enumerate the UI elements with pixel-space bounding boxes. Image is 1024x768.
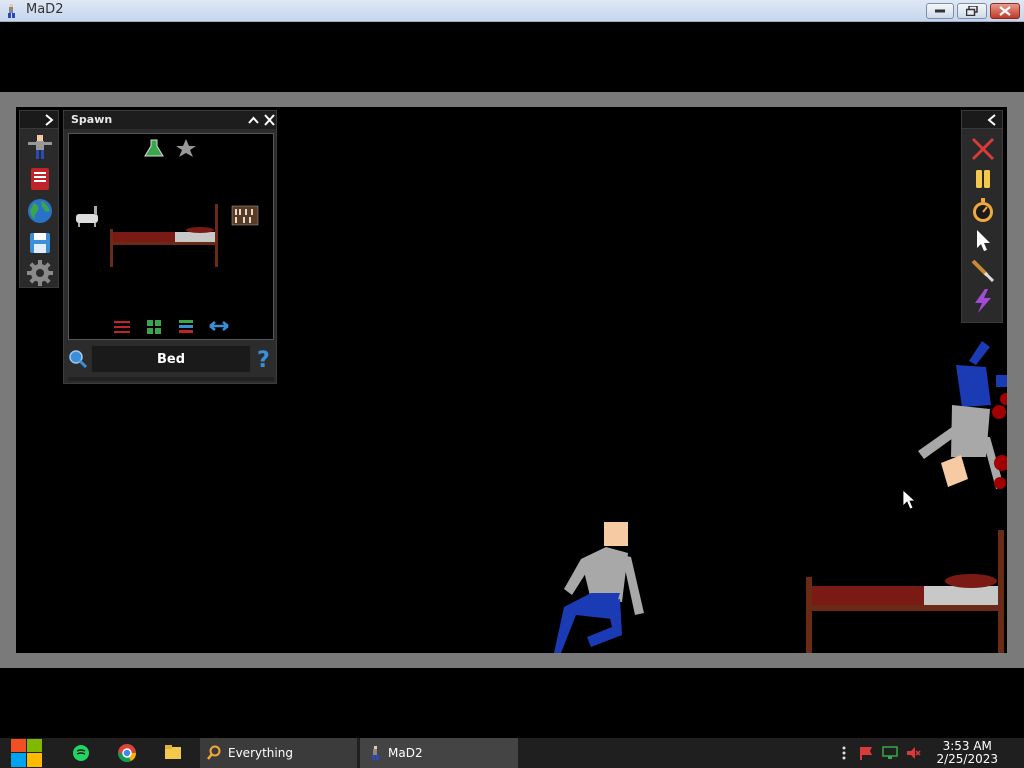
- search-row: Bed ?: [68, 345, 274, 375]
- bathtub-icon[interactable]: [76, 206, 98, 227]
- pause-icon[interactable]: [969, 165, 997, 193]
- ragdoll-pose-icon[interactable]: [26, 133, 54, 161]
- everything-search-icon: [207, 745, 221, 760]
- gear-icon[interactable]: [26, 259, 54, 287]
- blood-splatter: [1000, 393, 1007, 405]
- mad2-app-icon: [372, 746, 379, 760]
- bed-pillow[interactable]: [945, 574, 997, 588]
- right-toolbar: [961, 110, 1003, 323]
- star-icon[interactable]: [176, 139, 196, 157]
- flag-icon[interactable]: [858, 745, 874, 761]
- spawn-search-input[interactable]: Bed: [91, 345, 251, 373]
- search-icon[interactable]: [68, 349, 88, 369]
- restore-icon: [966, 6, 978, 16]
- spawn-item-list: [68, 133, 274, 340]
- mouse-cursor-icon: [902, 489, 917, 510]
- taskbar-item-label: Everything: [228, 746, 293, 760]
- left-toolbar-header: [20, 111, 58, 129]
- bookshelf-icon[interactable]: [231, 205, 259, 226]
- spawn-panel-header: Spawn: [64, 111, 276, 129]
- close-x-icon[interactable]: [969, 135, 997, 163]
- list-icon[interactable]: [179, 320, 193, 333]
- ragdoll-head[interactable]: [604, 522, 628, 546]
- taskbar: Everything MaD2 3:53 AM 2/25/2023: [0, 738, 1024, 768]
- spawn-panel-title: Spawn: [71, 113, 113, 126]
- stopwatch-icon[interactable]: [969, 196, 997, 224]
- clock-date: 2/25/2023: [936, 752, 998, 766]
- ragdoll-hanging-pants[interactable]: [956, 365, 991, 407]
- ragdoll-figure-hanging[interactable]: [918, 341, 1007, 489]
- help-icon[interactable]: ?: [256, 347, 272, 371]
- expand-right-icon[interactable]: [44, 114, 54, 126]
- knife-icon[interactable]: [969, 257, 997, 285]
- window-title: MaD2: [26, 2, 64, 17]
- bed-post-right[interactable]: [998, 530, 1004, 653]
- windows-start-icon[interactable]: [10, 738, 44, 768]
- taskbar-item-everything[interactable]: Everything: [200, 738, 357, 768]
- taskbar-item-label: MaD2: [388, 746, 423, 760]
- bed-object[interactable]: [806, 530, 1004, 653]
- network-icon[interactable]: [882, 745, 898, 761]
- ragdoll-hanging-head[interactable]: [941, 455, 968, 487]
- close-button[interactable]: [990, 3, 1020, 19]
- svg-text:?: ?: [257, 348, 270, 371]
- lightning-icon[interactable]: [969, 287, 997, 315]
- close-panel-icon[interactable]: [262, 113, 277, 127]
- spawn-panel: Spawn Bed ?: [63, 110, 277, 384]
- bed-sheet[interactable]: [924, 586, 998, 605]
- blood-splatter: [992, 405, 1006, 419]
- collapse-left-icon[interactable]: [987, 114, 997, 126]
- right-toolbar-header: [962, 111, 1002, 129]
- bed-icon[interactable]: [110, 204, 218, 267]
- grid-icon[interactable]: [147, 320, 161, 334]
- ragdoll-hanging-leg-1[interactable]: [969, 341, 990, 365]
- ragdoll-figure-center[interactable]: [554, 522, 644, 653]
- window-titlebar: MaD2: [0, 0, 1024, 22]
- ragdoll-hanging-leg-2[interactable]: [996, 375, 1007, 387]
- sliders-icon[interactable]: [114, 321, 130, 333]
- chrome-icon[interactable]: [112, 738, 142, 768]
- book-icon[interactable]: [26, 165, 54, 193]
- spawn-panel-footer: [68, 377, 274, 381]
- globe-icon[interactable]: [26, 197, 54, 225]
- left-toolbar: [19, 110, 59, 288]
- spotify-icon[interactable]: [66, 738, 96, 768]
- swap-icon[interactable]: [209, 321, 229, 331]
- volume-muted-icon[interactable]: [905, 745, 921, 761]
- restore-button[interactable]: [957, 3, 987, 19]
- save-icon[interactable]: [26, 229, 54, 257]
- collapse-panel-icon[interactable]: [246, 113, 261, 127]
- folder-icon[interactable]: [158, 738, 188, 768]
- flask-icon[interactable]: [144, 139, 164, 157]
- bed-frame[interactable]: [806, 605, 1004, 611]
- minimize-button[interactable]: [926, 3, 954, 19]
- taskbar-item-mad2[interactable]: MaD2: [360, 738, 518, 768]
- app-icon: [8, 4, 15, 18]
- minimize-icon: [935, 9, 945, 13]
- overflow-menu-icon[interactable]: [836, 745, 852, 761]
- bed-post-left[interactable]: [806, 577, 812, 653]
- blood-splatter: [994, 477, 1006, 489]
- close-icon: [999, 6, 1011, 16]
- system-clock[interactable]: 3:53 AM 2/25/2023: [936, 740, 998, 766]
- cursor-icon[interactable]: [969, 226, 997, 254]
- bed-blanket[interactable]: [812, 586, 924, 605]
- spawn-grid: [76, 139, 259, 334]
- ragdoll-right-arm[interactable]: [622, 555, 644, 615]
